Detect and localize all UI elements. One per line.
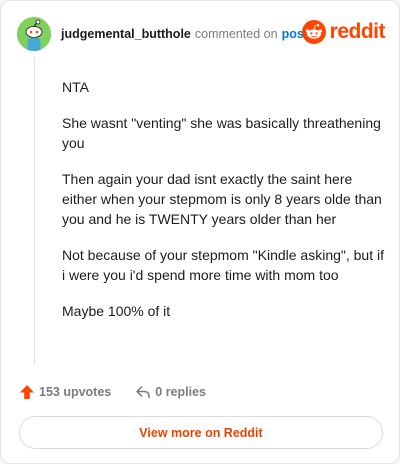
comment-paragraph: Then again your dad isnt exactly the sai… <box>62 171 382 227</box>
thread-line <box>34 57 35 365</box>
comment-paragraph: Not because of your stepmom "Kindle aski… <box>62 247 384 283</box>
upvote-count: 153 upvotes <box>39 385 112 399</box>
comment-body: NTA She wasnt "venting" she was basicall… <box>62 77 384 337</box>
replies-count: 0 replies <box>155 385 206 399</box>
replies-button[interactable]: 0 replies <box>135 384 206 400</box>
view-more-button[interactable]: View more on Reddit <box>19 416 383 449</box>
comment-header: judgemental_butthole commented on post red… <box>17 17 386 53</box>
reddit-comment-embed: judgemental_butthole commented on post red… <box>0 0 400 464</box>
avatar[interactable] <box>17 17 51 51</box>
comment-paragraph: Maybe 100% of it <box>62 303 171 319</box>
commented-on-text: commented on <box>194 27 278 41</box>
username[interactable]: judgemental_butthole <box>61 27 191 41</box>
reddit-logo[interactable]: reddit <box>301 17 386 47</box>
byline: judgemental_butthole commented on post <box>61 27 308 41</box>
reddit-snoo-icon <box>301 20 326 44</box>
reddit-wordmark: reddit <box>329 20 386 43</box>
comment-actions: 153 upvotes 0 replies <box>19 381 206 403</box>
upvote-button[interactable]: 153 upvotes <box>19 384 111 400</box>
comment-paragraph: She wasnt "venting" she was basically th… <box>62 115 381 151</box>
reply-arrow-icon <box>136 386 151 399</box>
snoo-avatar-icon <box>17 17 51 51</box>
comment-paragraph: NTA <box>62 79 89 95</box>
upvote-arrow-icon <box>20 385 34 399</box>
